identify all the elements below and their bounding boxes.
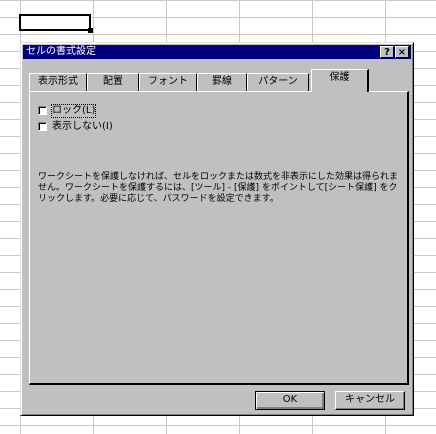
lock-checkbox-box[interactable] bbox=[38, 106, 47, 115]
tab-protection[interactable]: 保護 bbox=[311, 69, 369, 92]
close-button[interactable]: × bbox=[395, 46, 409, 58]
protection-panel: ロック(L) 表示しない(I) ワークシートを保護しなければ、セルをロックまたは… bbox=[29, 91, 409, 385]
lock-label: ロック(L) bbox=[50, 103, 97, 118]
lock-checkbox[interactable]: ロック(L) bbox=[38, 103, 97, 118]
hidden-checkbox-box[interactable] bbox=[38, 122, 47, 131]
tab-font[interactable]: フォント bbox=[139, 73, 197, 91]
fill-handle[interactable] bbox=[88, 28, 93, 33]
help-button[interactable]: ? bbox=[380, 46, 394, 58]
tab-border[interactable]: 罫線 bbox=[197, 73, 247, 91]
tab-number[interactable]: 表示形式 bbox=[29, 73, 87, 91]
hidden-label: 表示しない(I) bbox=[52, 120, 113, 132]
ok-button[interactable]: OK bbox=[255, 391, 325, 410]
protection-description: ワークシートを保護しなければ、セルをロックまたは数式を非表示にした効果は得られま… bbox=[38, 172, 399, 204]
dialog-titlebar[interactable]: セルの書式設定 ? × bbox=[23, 45, 411, 59]
format-cells-dialog: セルの書式設定 ? × 表示形式 配置 フォント 罫線 パターン 保護 ロック(… bbox=[20, 42, 414, 416]
cancel-button[interactable]: キャンセル bbox=[335, 391, 405, 410]
hidden-checkbox[interactable]: 表示しない(I) bbox=[38, 120, 113, 133]
active-cell[interactable] bbox=[19, 14, 91, 31]
tab-alignment[interactable]: 配置 bbox=[87, 73, 139, 91]
dialog-title: セルの書式設定 bbox=[26, 46, 96, 57]
tab-patterns[interactable]: パターン bbox=[247, 73, 309, 91]
tab-strip: 表示形式 配置 フォント 罫線 パターン 保護 bbox=[29, 69, 409, 92]
